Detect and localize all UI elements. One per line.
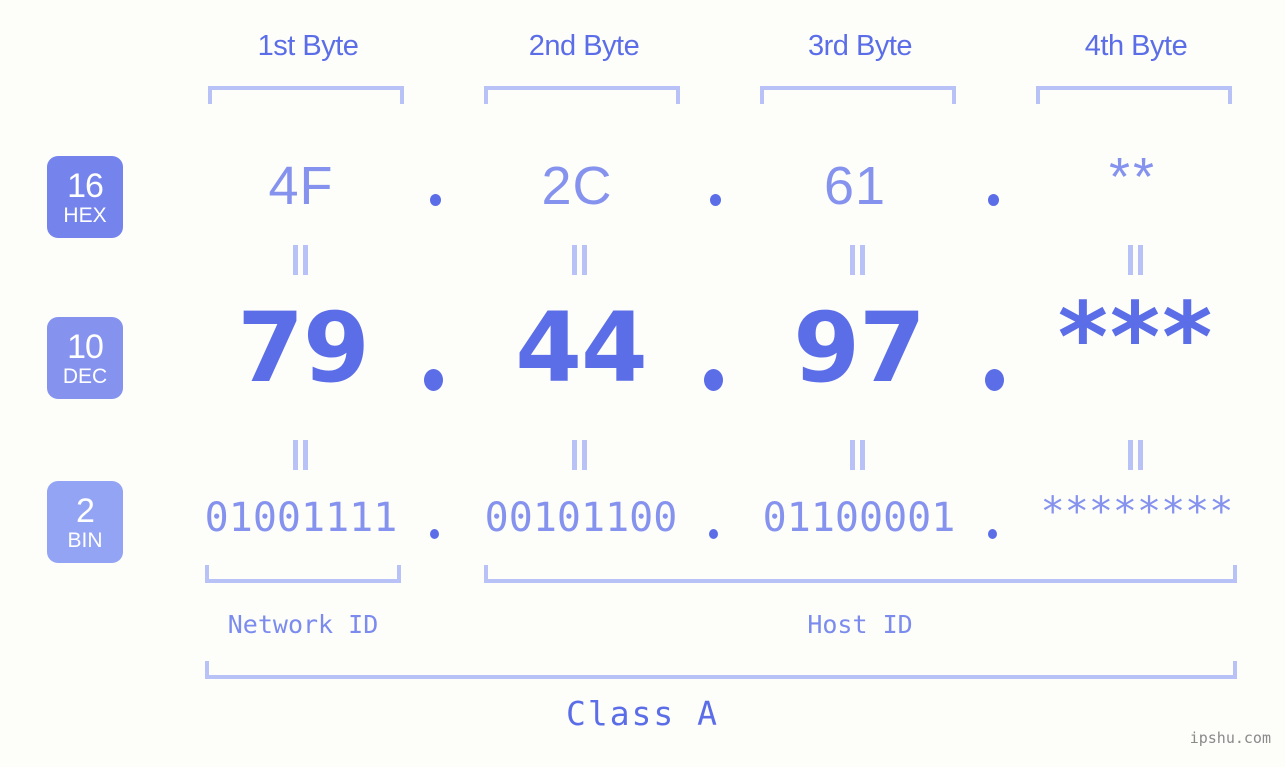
class-bracket <box>205 661 1237 679</box>
equals-mark-1-2 <box>572 245 588 275</box>
hex-byte-3: 61 <box>823 156 887 216</box>
byte-label-2: 2nd Byte <box>528 30 640 62</box>
site-watermark: ipshu.com <box>1189 729 1271 747</box>
bin-byte-1: 01001111 <box>204 495 398 541</box>
byte-bracket-1 <box>208 86 404 104</box>
hex-separator-3 <box>988 194 999 206</box>
hex-separator-2 <box>710 194 721 206</box>
byte-bracket-3 <box>760 86 956 104</box>
hex-byte-1: 4F <box>268 156 334 216</box>
bin-separator-2 <box>709 529 718 539</box>
equals-mark-2-2 <box>572 440 588 470</box>
equals-mark-1-4 <box>1128 245 1144 275</box>
radix-badge-dec-number: 10 <box>67 327 104 366</box>
byte-label-1: 1st Byte <box>257 30 359 62</box>
dec-byte-3: 97 <box>793 292 926 404</box>
hex-separator-1 <box>430 194 441 206</box>
radix-badge-bin: 2 BIN <box>47 481 123 563</box>
byte-label-4: 4th Byte <box>1084 30 1188 62</box>
radix-badge-bin-label: BIN <box>67 528 103 552</box>
equals-mark-2-4 <box>1128 440 1144 470</box>
dec-byte-1: 79 <box>237 292 370 404</box>
equals-mark-1-3 <box>850 245 866 275</box>
radix-badge-dec-label: DEC <box>62 364 108 388</box>
dec-separator-3 <box>985 369 1004 391</box>
host-id-bracket <box>484 565 1237 583</box>
hex-byte-4: ** <box>1108 147 1158 207</box>
equals-mark-1-1 <box>293 245 309 275</box>
dec-separator-1 <box>424 369 443 391</box>
bin-separator-1 <box>430 529 439 539</box>
bin-byte-4: ******** <box>1040 489 1234 535</box>
equals-mark-2-1 <box>293 440 309 470</box>
radix-badge-dec: 10 DEC <box>47 317 123 399</box>
radix-badge-hex: 16 HEX <box>47 156 123 238</box>
hex-byte-2: 2C <box>541 156 613 216</box>
dec-byte-4: *** <box>1057 282 1215 394</box>
dec-separator-2 <box>704 369 723 391</box>
radix-badge-hex-number: 16 <box>67 166 104 205</box>
bin-byte-3: 01100001 <box>762 495 956 541</box>
class-label: Class A <box>565 694 720 733</box>
equals-mark-2-3 <box>850 440 866 470</box>
radix-badge-bin-number: 2 <box>76 491 95 530</box>
network-id-label: Network ID <box>227 610 379 639</box>
byte-bracket-4 <box>1036 86 1232 104</box>
byte-label-3: 3rd Byte <box>808 30 913 62</box>
bin-byte-2: 00101100 <box>484 495 678 541</box>
ip-byte-breakdown-diagram: 1st Byte 2nd Byte 3rd Byte 4th Byte 16 H… <box>0 0 1285 767</box>
bin-separator-3 <box>988 529 997 539</box>
host-id-label: Host ID <box>807 610 913 639</box>
byte-bracket-2 <box>484 86 680 104</box>
radix-badge-hex-label: HEX <box>63 203 107 227</box>
network-id-bracket <box>205 565 401 583</box>
dec-byte-2: 44 <box>515 292 648 404</box>
